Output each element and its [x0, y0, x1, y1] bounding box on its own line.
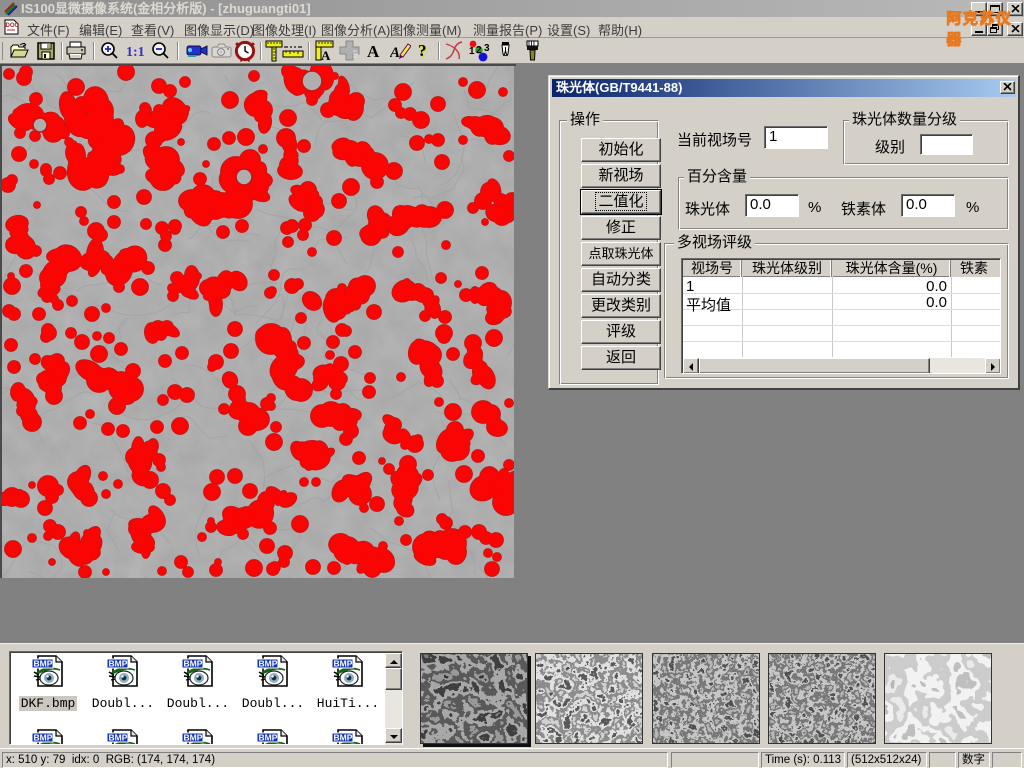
- svg-text:?: ?: [418, 41, 427, 60]
- svg-text:A: A: [321, 48, 331, 62]
- svg-text:2: 2: [476, 45, 482, 56]
- svg-text:3: 3: [484, 43, 490, 54]
- svg-text:1:1: 1:1: [126, 45, 145, 60]
- svg-text:DOC: DOC: [6, 23, 20, 29]
- svg-text:A: A: [390, 45, 400, 61]
- svg-text:A: A: [367, 42, 380, 61]
- svg-text:1: 1: [469, 46, 475, 57]
